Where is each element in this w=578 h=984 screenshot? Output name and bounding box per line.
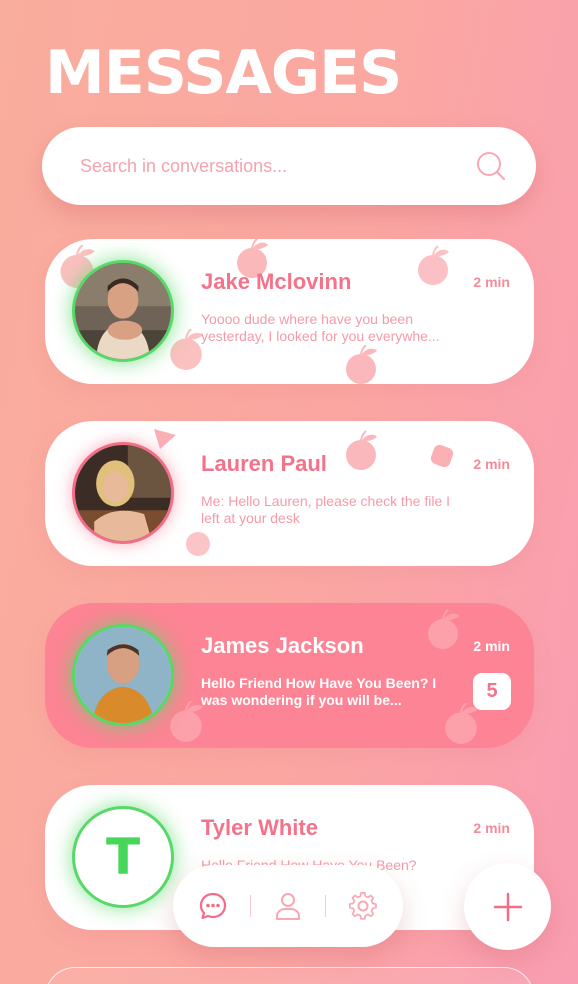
avatar[interactable]: [72, 624, 174, 726]
search-bar[interactable]: [42, 127, 536, 205]
contact-name: Lauren Paul: [201, 451, 327, 476]
search-input[interactable]: [80, 155, 476, 177]
page-title: MESSAGES: [45, 38, 402, 108]
settings-gear-icon[interactable]: [345, 888, 381, 924]
conversation-card[interactable]: Jake Mclovinn 2 min Yoooo dude where hav…: [45, 239, 534, 384]
avatar-photo: [75, 445, 171, 541]
avatar[interactable]: [72, 442, 174, 544]
profile-icon[interactable]: [270, 888, 306, 924]
message-time: 2 min: [473, 456, 510, 472]
shape-decoration-icon: [430, 444, 454, 468]
avatar-initial: T: [105, 828, 141, 886]
plus-icon: [493, 892, 522, 921]
message-preview: Yoooo dude where have you been yesterday…: [201, 311, 440, 344]
search-icon[interactable]: [476, 151, 506, 181]
circle-decoration-icon: [186, 532, 210, 556]
unread-count-badge: 5: [473, 673, 511, 710]
avatar[interactable]: [72, 260, 174, 362]
message-preview: Hello Friend How Have You Been? I was wo…: [201, 675, 437, 708]
conversation-card[interactable]: [45, 967, 534, 984]
message-time: 2 min: [473, 820, 510, 836]
message-preview: Me: Hello Lauren, please check the file …: [201, 493, 451, 526]
conversation-card[interactable]: Lauren Paul 2 min Me: Hello Lauren, plea…: [45, 421, 534, 566]
contact-name: Jake Mclovinn: [201, 269, 352, 294]
chat-icon[interactable]: [195, 888, 231, 924]
peach-decoration-icon: [345, 430, 378, 471]
avatar-photo: [75, 627, 171, 723]
contact-name: James Jackson: [201, 633, 364, 658]
triangle-decoration-icon: [154, 429, 176, 449]
peach-decoration-icon: [345, 345, 378, 384]
message-time: 2 min: [473, 274, 510, 290]
nav-divider: [325, 895, 327, 917]
avatar-photo: [75, 263, 171, 359]
nav-divider: [249, 895, 251, 917]
peach-decoration-icon: [444, 703, 479, 745]
new-message-button[interactable]: [464, 863, 551, 950]
avatar[interactable]: T: [72, 806, 174, 908]
bottom-navigation: [173, 865, 403, 947]
conversation-card-active[interactable]: James Jackson 2 min Hello Friend How Hav…: [45, 603, 534, 748]
message-time: 2 min: [473, 638, 510, 654]
peach-decoration-icon: [417, 245, 450, 286]
peach-decoration-icon: [427, 609, 460, 650]
contact-name: Tyler White: [201, 815, 318, 840]
